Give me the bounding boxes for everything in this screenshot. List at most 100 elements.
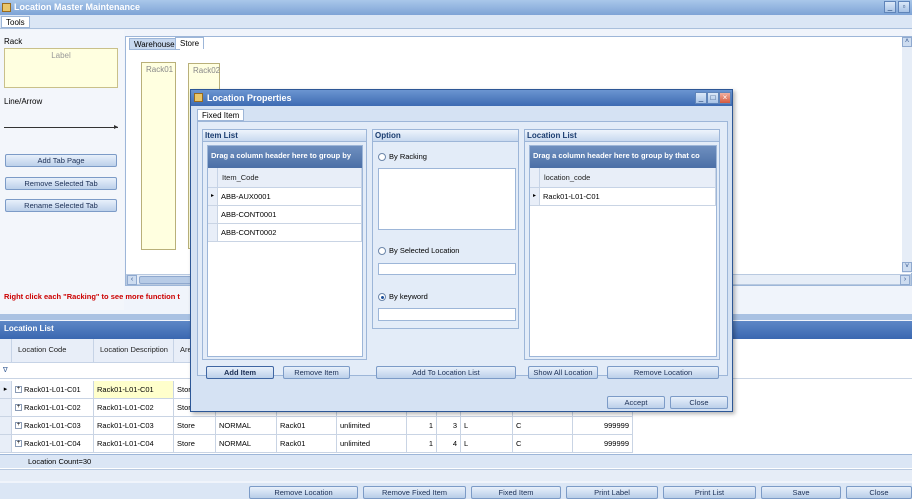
- add-to-location-list-button[interactable]: Add To Location List: [376, 366, 516, 379]
- scroll-right-icon[interactable]: ›: [900, 275, 910, 285]
- scroll-left-icon[interactable]: ‹: [127, 275, 137, 285]
- rack-01[interactable]: Rack01: [141, 62, 176, 250]
- cell-code[interactable]: Rack01-L01-C04 +: [12, 435, 94, 453]
- grid-hscrollbar[interactable]: [0, 469, 912, 481]
- arrow-head-icon: [114, 125, 118, 129]
- dialog-maximize-icon[interactable]: □: [707, 92, 719, 104]
- item-row-selector[interactable]: [208, 224, 218, 242]
- cell-rack[interactable]: Rack01: [277, 417, 337, 435]
- item-row[interactable]: ABB-AUX0001: [218, 188, 362, 206]
- cell-area[interactable]: Store: [174, 417, 216, 435]
- cell-a[interactable]: 1: [407, 417, 437, 435]
- remove-fixed-item-button[interactable]: Remove Fixed Item: [363, 486, 466, 499]
- by-racking-radio[interactable]: [378, 153, 386, 161]
- cell-code[interactable]: Rack01-L01-C03 +: [12, 417, 94, 435]
- row-selector[interactable]: [0, 399, 12, 417]
- cell-type[interactable]: NORMAL: [216, 435, 277, 453]
- item-row-selector[interactable]: [208, 206, 218, 224]
- cell-c[interactable]: L: [461, 435, 513, 453]
- col-location-code[interactable]: Location Code: [12, 339, 94, 363]
- line-template[interactable]: [4, 127, 118, 128]
- location-code-text: Rack01-L01-C03: [24, 421, 81, 430]
- minimize-icon[interactable]: _: [884, 1, 896, 13]
- print-label-button[interactable]: Print Label: [566, 486, 658, 499]
- cell-a[interactable]: 1: [407, 435, 437, 453]
- cell-b[interactable]: 3: [437, 417, 461, 435]
- show-all-location-button[interactable]: Show All Location: [528, 366, 598, 379]
- cell-c[interactable]: L: [461, 417, 513, 435]
- remove-item-button[interactable]: Remove Item: [283, 366, 350, 379]
- location-code-text: Rack01-L01-C04: [24, 439, 81, 448]
- item-row[interactable]: ABB-CONT0002: [218, 224, 362, 242]
- by-keyword-label: By keyword: [389, 292, 428, 301]
- scroll-up-icon[interactable]: ˄: [902, 37, 912, 47]
- col-location-code-dialog[interactable]: location_code: [540, 168, 716, 188]
- loc-row-header-corner: [530, 168, 540, 188]
- label-template[interactable]: Label: [4, 48, 118, 88]
- racking-list[interactable]: [378, 168, 516, 230]
- cell-e[interactable]: 999999: [573, 417, 633, 435]
- item-grid[interactable]: Drag a column header here to group by It…: [207, 145, 363, 357]
- location-code-text: Rack01-L01-C02: [24, 403, 81, 412]
- dialog-location-grid[interactable]: Drag a column header here to group by th…: [529, 145, 717, 357]
- row-selector[interactable]: [0, 435, 12, 453]
- item-group-panel[interactable]: Drag a column header here to group by: [208, 146, 362, 168]
- selected-location-field[interactable]: [378, 263, 516, 275]
- cell-e[interactable]: 999999: [573, 435, 633, 453]
- cell-code[interactable]: Rack01-L01-C01 +: [12, 381, 94, 399]
- remove-location-button[interactable]: Remove Location: [249, 486, 358, 499]
- cell-cap[interactable]: unlimited: [337, 417, 407, 435]
- cell-desc[interactable]: Rack01-L01-C02: [94, 399, 174, 417]
- tab-warehouse[interactable]: Warehouse: [129, 38, 180, 50]
- cell-area[interactable]: Store: [174, 435, 216, 453]
- row-selector[interactable]: ▸: [0, 381, 12, 399]
- expand-icon[interactable]: +: [15, 386, 22, 393]
- canvas-vscrollbar[interactable]: ˄ ˅: [902, 37, 912, 273]
- dialog-close-button[interactable]: Close: [670, 396, 728, 409]
- expand-icon[interactable]: +: [15, 404, 22, 411]
- cell-desc[interactable]: Rack01-L01-C01: [94, 381, 174, 399]
- add-tab-button[interactable]: Add Tab Page: [5, 154, 117, 167]
- cell-d[interactable]: C: [513, 417, 573, 435]
- col-item-code[interactable]: Item_Code: [218, 168, 362, 188]
- location-group-panel[interactable]: Drag a column header here to group by th…: [530, 146, 716, 168]
- cell-rack[interactable]: Rack01: [277, 435, 337, 453]
- expand-icon[interactable]: +: [15, 422, 22, 429]
- accept-button[interactable]: Accept: [607, 396, 665, 409]
- loc-row-selector[interactable]: ▸: [530, 188, 540, 206]
- cell-desc[interactable]: Rack01-L01-C03: [94, 417, 174, 435]
- close-button[interactable]: Close: [846, 486, 912, 499]
- cell-cap[interactable]: unlimited: [337, 435, 407, 453]
- fixed-item-button[interactable]: Fixed Item: [471, 486, 561, 499]
- keyword-field[interactable]: [378, 308, 516, 321]
- tab-fixed-item[interactable]: Fixed Item: [197, 109, 245, 121]
- dialog-minimize-icon[interactable]: _: [695, 92, 707, 104]
- by-keyword-radio[interactable]: [378, 293, 386, 301]
- item-row[interactable]: ABB-CONT0001: [218, 206, 362, 224]
- row-selector[interactable]: [0, 417, 12, 435]
- dialog-close-icon[interactable]: ×: [719, 92, 731, 104]
- col-location-description[interactable]: Location Description: [94, 339, 174, 363]
- save-button[interactable]: Save: [761, 486, 841, 499]
- remove-tab-button[interactable]: Remove Selected Tab: [5, 177, 117, 190]
- add-item-button[interactable]: Add Item: [206, 366, 274, 379]
- expand-icon[interactable]: +: [15, 440, 22, 447]
- location-row[interactable]: Rack01-L01-C01: [540, 188, 716, 206]
- tab-store[interactable]: Store: [175, 37, 205, 49]
- filter-icon[interactable]: ∇: [3, 366, 8, 374]
- hint-text: Right click each "Racking" to see more f…: [4, 292, 180, 301]
- cell-type[interactable]: NORMAL: [216, 417, 277, 435]
- rename-tab-button[interactable]: Rename Selected Tab: [5, 199, 117, 212]
- scroll-down-icon[interactable]: ˅: [902, 262, 912, 272]
- restore-icon[interactable]: ▫: [898, 1, 910, 13]
- item-row-selector[interactable]: ▸: [208, 188, 218, 206]
- menu-tools[interactable]: Tools: [1, 16, 30, 28]
- location-list-group: Location List Drag a column header here …: [524, 129, 720, 360]
- print-list-button[interactable]: Print List: [663, 486, 756, 499]
- cell-d[interactable]: C: [513, 435, 573, 453]
- cell-desc[interactable]: Rack01-L01-C04: [94, 435, 174, 453]
- cell-code[interactable]: Rack01-L01-C02 +: [12, 399, 94, 417]
- by-selected-location-radio[interactable]: [378, 247, 386, 255]
- dialog-remove-location-button[interactable]: Remove Location: [607, 366, 719, 379]
- cell-b[interactable]: 4: [437, 435, 461, 453]
